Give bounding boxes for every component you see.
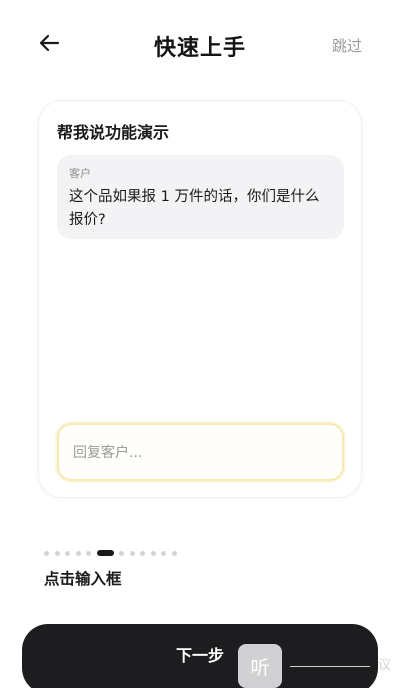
pager-dot (86, 550, 91, 556)
reply-input-placeholder: 回复客户... (73, 445, 143, 461)
pager-dot (161, 550, 166, 556)
pager-dot (54, 550, 60, 556)
message-sender: 客户 (69, 167, 91, 180)
pager-dot-active (96, 550, 114, 556)
pager-dot (150, 550, 156, 556)
listen-label: 听 (250, 656, 270, 679)
pager-dot (140, 550, 145, 556)
message-text: 这个品如果报 1 万件的话，你们是什么报价? (69, 189, 320, 228)
next-button-label: 下一步 (175, 646, 224, 665)
next-button[interactable]: 下一步 (22, 624, 378, 688)
quick-start-screen: 快速上手 跳过 帮我说功能演示 客户 这个品如果报 1 万件的话，你们是什么报价… (0, 0, 400, 688)
pager-dot (171, 550, 177, 556)
pager-dot (129, 550, 135, 556)
overlay-divider (290, 666, 370, 667)
pager-dot (65, 550, 70, 556)
overlay-tail-text: 议 (378, 658, 392, 673)
demo-card-title: 帮我说功能演示 (57, 123, 170, 142)
header: 快速上手 跳过 (0, 0, 400, 88)
demo-card: 帮我说功能演示 客户 这个品如果报 1 万件的话，你们是什么报价? 回复客户..… (38, 100, 362, 498)
pager-dot (119, 550, 124, 556)
reply-input[interactable]: 回复客户... (57, 423, 344, 481)
pager-dot (44, 550, 49, 556)
pager-dots (44, 549, 182, 557)
customer-message-bubble: 客户 这个品如果报 1 万件的话，你们是什么报价? (57, 155, 344, 239)
listen-widget[interactable]: 听 (238, 644, 282, 688)
pager-dot (75, 550, 81, 556)
step-caption: 点击输入框 (44, 570, 122, 588)
skip-button[interactable]: 跳过 (332, 35, 362, 56)
